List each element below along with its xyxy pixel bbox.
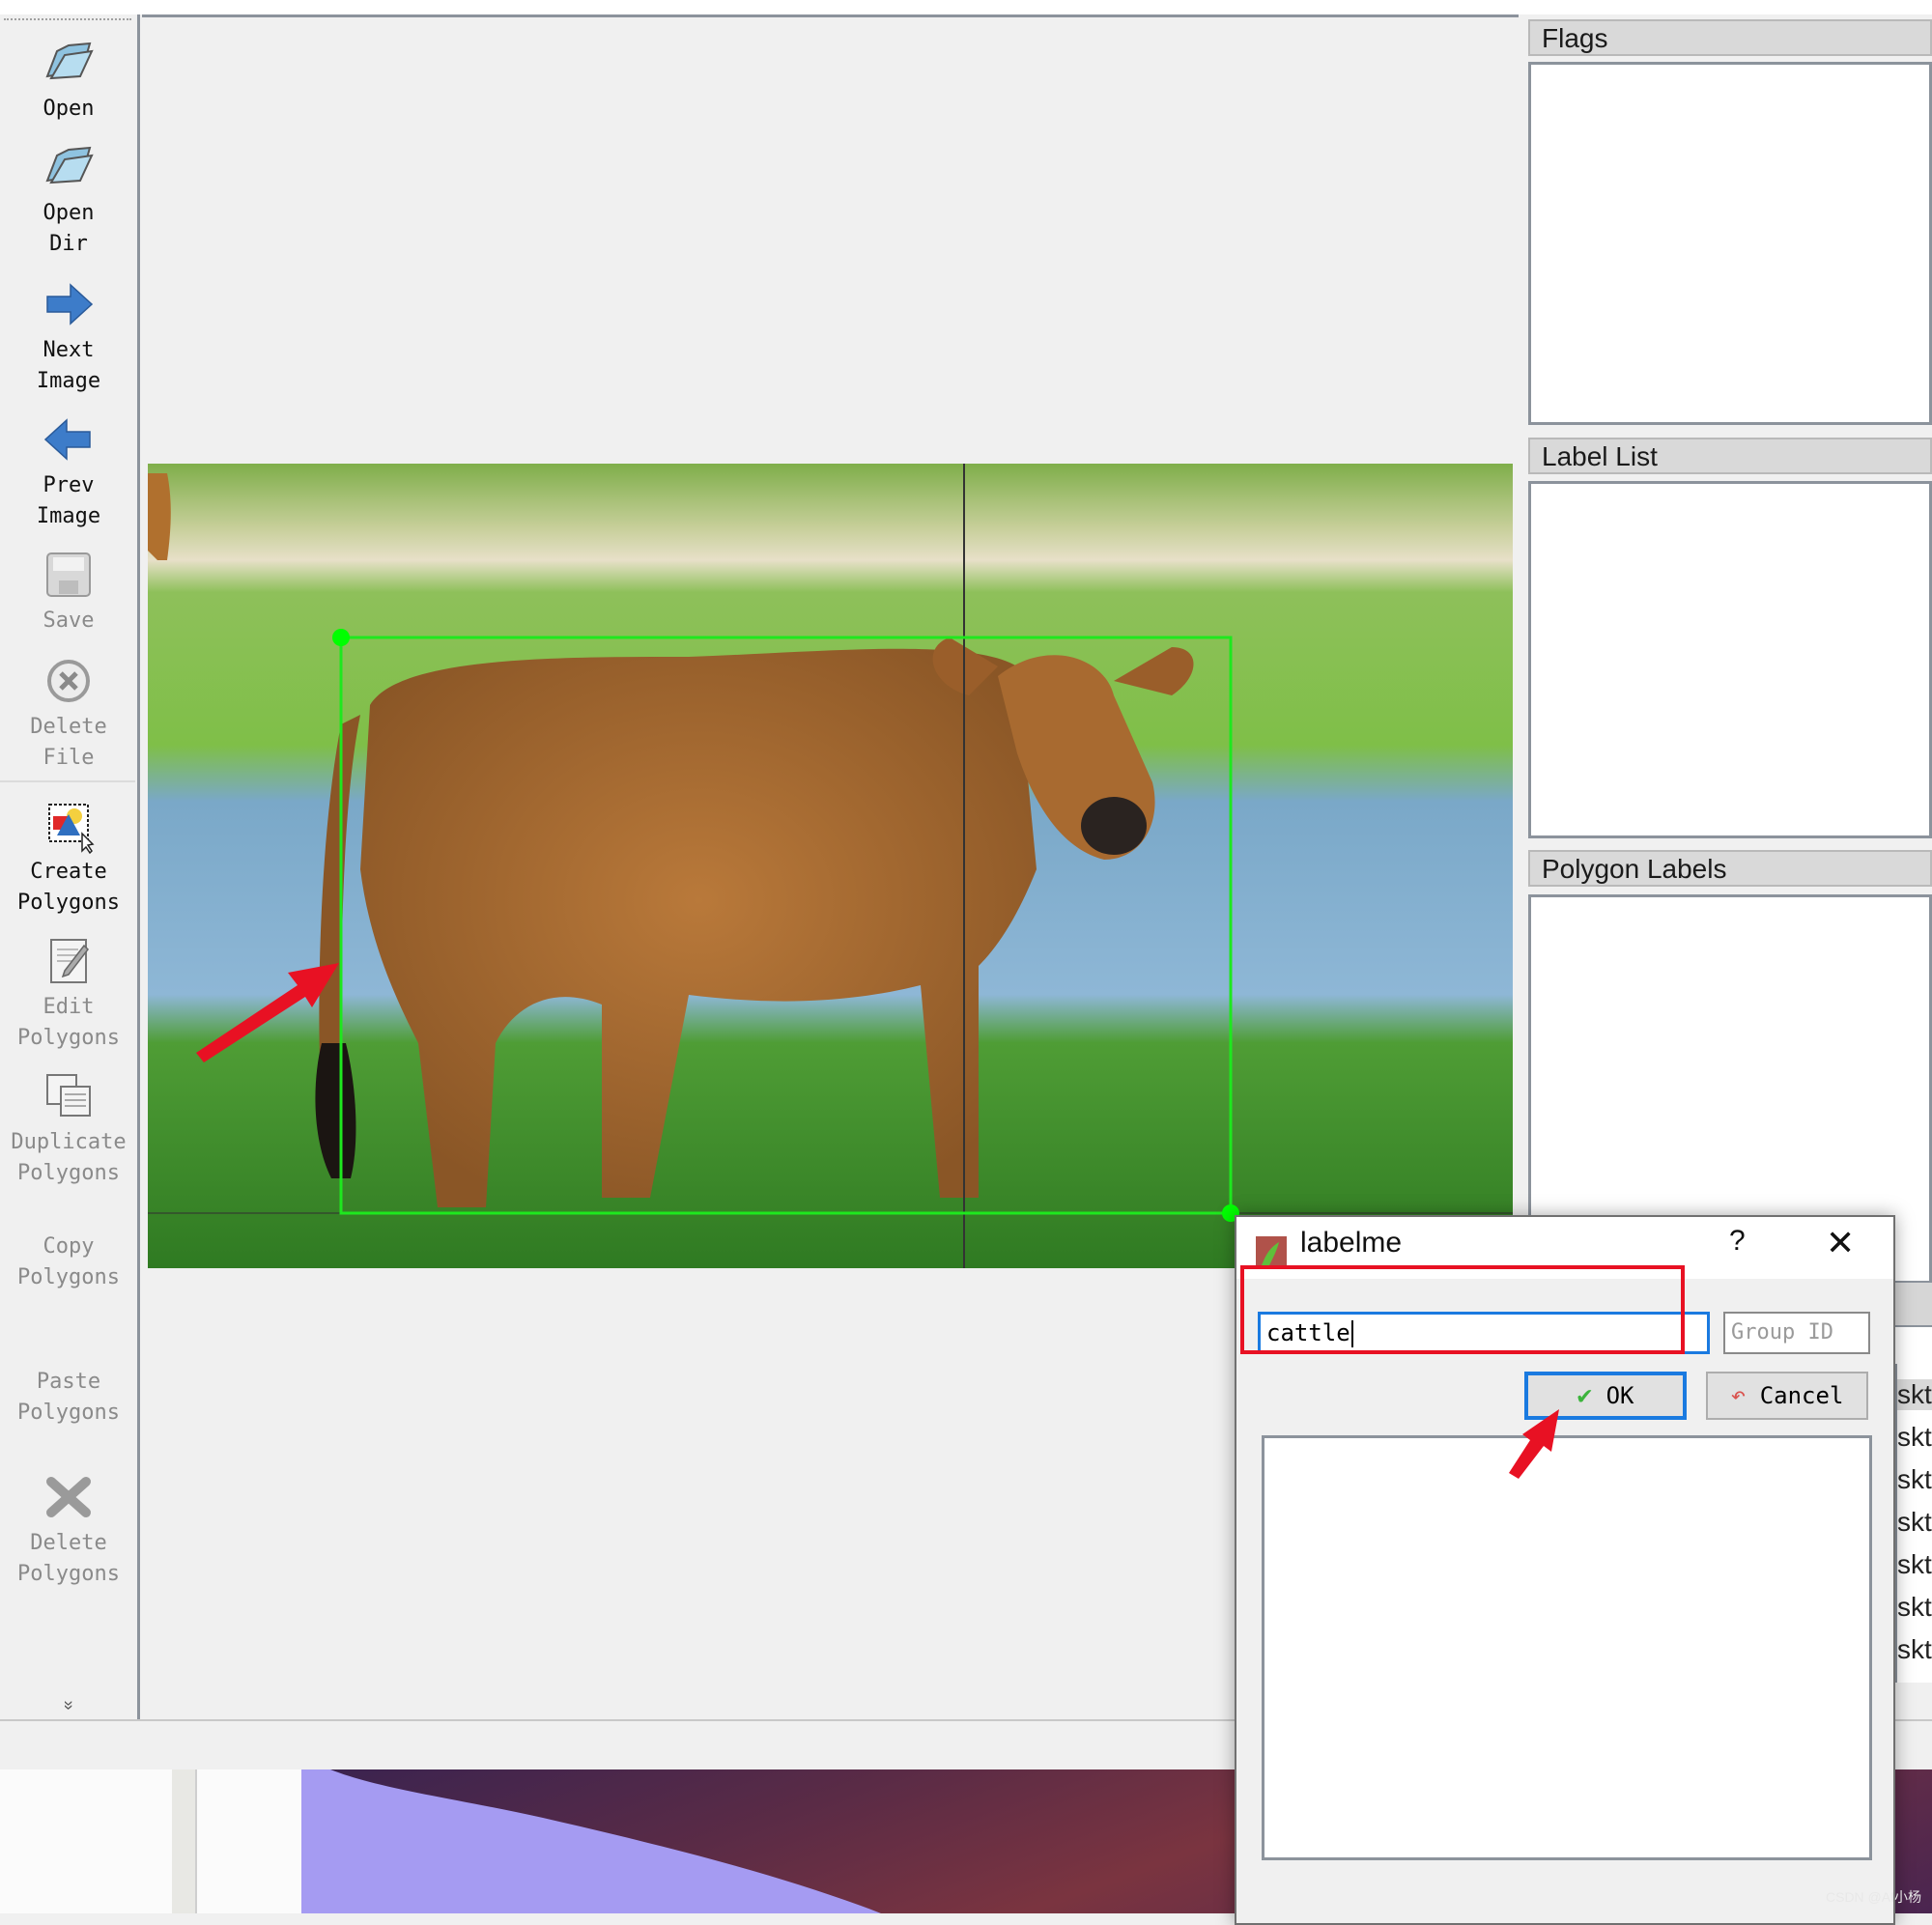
toolbar-label: Delete Polygons xyxy=(17,1531,120,1586)
toolbar-open-dir-button[interactable]: Open Dir xyxy=(0,138,137,260)
window-top-strip xyxy=(0,0,1932,14)
toolbar-label: Open xyxy=(43,97,95,121)
file-search-input[interactable] xyxy=(1895,1325,1932,1364)
toolbar-label: Prev Image xyxy=(36,473,101,528)
create-polygon-icon xyxy=(48,804,95,855)
watermark: CSDN @AI小杨 xyxy=(1826,1889,1921,1905)
annotated-image[interactable] xyxy=(148,464,1513,1268)
group-id-input[interactable]: Group ID xyxy=(1723,1312,1870,1354)
toolbar-create-polygons-button[interactable]: Create Polygons xyxy=(0,797,137,919)
toolbar-label: Copy Polygons xyxy=(17,1234,120,1289)
toolbar-label: Next Image xyxy=(36,338,101,393)
toolbar-label: Save xyxy=(43,609,95,633)
delete-circle-icon xyxy=(47,660,90,702)
toolbar-label: Create Polygons xyxy=(17,860,120,915)
label-input[interactable]: cattle xyxy=(1258,1312,1710,1354)
delete-x-icon xyxy=(46,1477,91,1517)
checkmark-icon: ✔ xyxy=(1577,1381,1593,1410)
file-list-item[interactable]: skt xyxy=(1897,1379,1932,1410)
label-list[interactable] xyxy=(1528,481,1932,838)
toolbar-label: Duplicate Polygons xyxy=(11,1130,127,1185)
toolbar-prev-image-button[interactable]: Prev Image xyxy=(0,410,137,532)
toolbar-edit-polygons-button[interactable]: Edit Polygons xyxy=(0,932,137,1054)
toolbar-open-button[interactable]: Open xyxy=(0,34,137,125)
folder-open-icon xyxy=(45,42,94,80)
toolbar-delete-file-button[interactable]: Delete File xyxy=(0,652,137,774)
dialog-titlebar[interactable]: labelme ? ✕ xyxy=(1236,1217,1893,1279)
background-window-edge xyxy=(172,1769,197,1913)
toolbar-duplicate-polygons-button[interactable]: Duplicate Polygons xyxy=(0,1067,137,1189)
toolbar-paste-polygons-button[interactable]: Paste Polygons xyxy=(0,1367,137,1429)
file-list-item[interactable]: skt xyxy=(1897,1592,1932,1623)
label-suggestion-list[interactable] xyxy=(1262,1435,1872,1860)
edit-icon xyxy=(50,939,89,983)
undo-arrow-icon: ↶ xyxy=(1730,1381,1747,1410)
toolbar: Open Open Dir Next Image Prev Image Save… xyxy=(0,14,140,1719)
label-dialog: labelme ? ✕ cattle Group ID ✔ OK ↶ Cance… xyxy=(1235,1215,1895,1925)
toolbar-copy-polygons-button[interactable]: Copy Polygons xyxy=(0,1231,137,1293)
file-list-item[interactable]: skt xyxy=(1897,1634,1932,1665)
file-list-item[interactable]: skt xyxy=(1897,1507,1932,1538)
dialog-title: labelme xyxy=(1300,1227,1403,1259)
duplicate-icon xyxy=(46,1074,91,1117)
cancel-button[interactable]: ↶ Cancel xyxy=(1706,1372,1868,1420)
bbox-vertex-handle[interactable] xyxy=(332,629,350,646)
toolbar-save-button[interactable]: Save xyxy=(0,546,137,637)
cancel-button-label: Cancel xyxy=(1759,1382,1844,1409)
arrow-right-icon xyxy=(46,283,94,326)
close-button[interactable]: ✕ xyxy=(1826,1223,1855,1263)
labelme-app-icon xyxy=(1256,1236,1287,1267)
help-button[interactable]: ? xyxy=(1729,1225,1746,1258)
ok-button-label: OK xyxy=(1605,1382,1634,1409)
toolbar-label: Delete File xyxy=(30,715,107,770)
toolbar-next-image-button[interactable]: Next Image xyxy=(0,275,137,397)
toolbar-separator xyxy=(0,780,135,782)
flags-list[interactable] xyxy=(1528,62,1932,425)
toolbar-label: Open Dir xyxy=(43,201,95,256)
toolbar-grip[interactable] xyxy=(4,18,131,24)
file-list-header xyxy=(1895,1281,1932,1327)
cow-photo xyxy=(148,464,1513,1268)
arrow-left-icon xyxy=(43,418,91,461)
save-icon xyxy=(46,552,91,597)
folder-open-icon xyxy=(45,146,94,184)
flags-dock-header[interactable]: Flags xyxy=(1528,19,1932,56)
background-cow xyxy=(148,473,171,560)
toolbar-label: Edit Polygons xyxy=(17,995,120,1050)
file-list-item[interactable]: skt xyxy=(1897,1549,1932,1580)
text-caret xyxy=(1350,1320,1353,1347)
label-list-dock-header[interactable]: Label List xyxy=(1528,438,1932,474)
file-list-item[interactable]: skt xyxy=(1897,1422,1932,1453)
toolbar-delete-polygons-button[interactable]: Delete Polygons xyxy=(0,1468,137,1590)
toolbar-label: Paste Polygons xyxy=(17,1370,120,1425)
polygon-labels-dock-header[interactable]: Polygon Labels xyxy=(1528,850,1932,887)
label-input-value: cattle xyxy=(1266,1319,1350,1346)
file-list-item[interactable]: skt xyxy=(1897,1464,1932,1495)
annotation-arrow-icon xyxy=(1509,1409,1559,1479)
